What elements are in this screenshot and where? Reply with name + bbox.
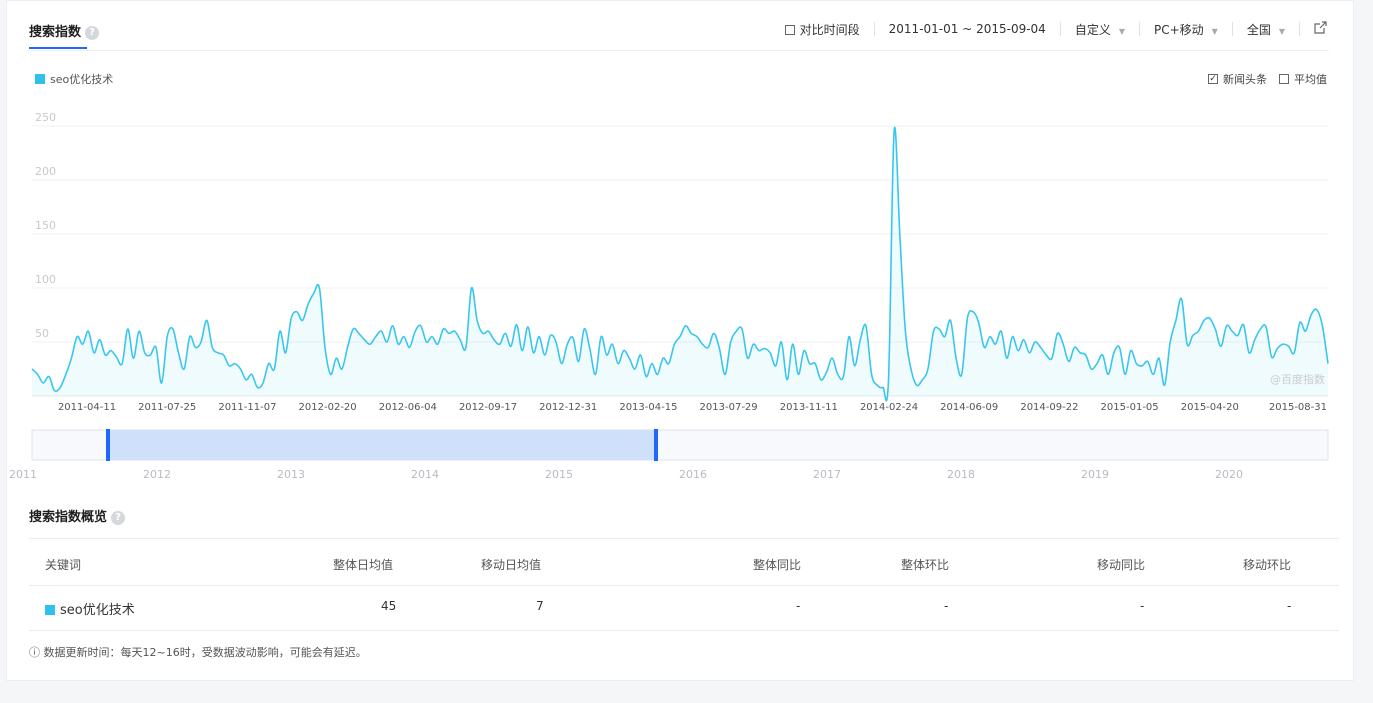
x-tick-label: 2015-04-20: [1181, 402, 1239, 413]
region-label: 全国: [1246, 22, 1271, 37]
help-icon[interactable]: ?: [111, 510, 126, 525]
x-tick-label: 2014-09-22: [1020, 402, 1078, 413]
chevron-down-icon: ▼: [1278, 26, 1285, 36]
help-icon[interactable]: ?: [85, 25, 100, 40]
y-tick-label: 200: [35, 165, 56, 178]
y-tick-label: 100: [35, 273, 56, 286]
time-navigator[interactable]: 2011 2012 2013 2014 2015 2016 2017 2018 2019 2020: [7, 426, 1353, 486]
news-label: 新闻头条: [1223, 73, 1267, 86]
custom-range-dropdown[interactable]: 自定义 ▼: [1075, 21, 1125, 38]
average-label: 平均值: [1294, 73, 1327, 86]
news-toggle[interactable]: ✓ 新闻头条: [1208, 71, 1267, 87]
navigator-right-handle[interactable]: [654, 429, 658, 461]
divider: [1059, 22, 1061, 36]
date-range-picker[interactable]: 2011-01-01 ~ 2015-09-04: [889, 22, 1046, 36]
col-mobile-daily: 移动日均值: [481, 558, 542, 572]
x-tick-label: 2012-02-20: [299, 402, 357, 413]
y-tick-label: 50: [35, 327, 49, 340]
toolbar: 对比时间段 2011-01-01 ~ 2015-09-04 自定义 ▼ PC+移动…: [784, 17, 1327, 41]
navigator-year-label: 2019: [1081, 468, 1109, 481]
navigator-year-label: 2012: [143, 468, 171, 481]
overview-title: 搜索指数概览?: [29, 506, 126, 525]
col-overall-daily: 整体日均值: [333, 558, 394, 572]
average-toggle[interactable]: 平均值: [1279, 71, 1327, 87]
region-dropdown[interactable]: 全国 ▼: [1247, 21, 1285, 38]
row-keyword[interactable]: seo优化技术: [45, 599, 135, 618]
x-tick-label: 2011-07-25: [138, 402, 196, 413]
watermark: @百度指数: [1270, 373, 1325, 386]
external-link-icon[interactable]: [1314, 21, 1327, 37]
col-overall-yoy: 整体同比: [753, 558, 802, 572]
y-tick-label: 250: [35, 111, 56, 124]
col-overall-mom: 整体环比: [901, 558, 950, 572]
divider: [29, 585, 1339, 586]
chart-options: ✓ 新闻头条 平均值: [1196, 71, 1327, 87]
chevron-down-icon: ▼: [1118, 26, 1125, 36]
x-tick-label: 2015-08-31: [1269, 402, 1327, 413]
divider: [1139, 22, 1140, 36]
col-keyword: 关键词: [45, 558, 82, 572]
compare-toggle[interactable]: 对比时间段: [784, 21, 860, 38]
x-tick-label: 2011-04-11: [58, 402, 116, 413]
cell-mobile-yoy: -: [1140, 599, 1145, 613]
navigator-year-label: 2016: [679, 468, 707, 481]
x-tick-label: 2012-09-17: [459, 402, 517, 413]
divider: [1231, 22, 1233, 36]
average-checkbox[interactable]: [1279, 74, 1289, 84]
device-dropdown[interactable]: PC+移动 ▼: [1154, 21, 1218, 38]
navigator-year-label: 2013: [277, 468, 305, 481]
navigator-year-label: 2018: [947, 468, 975, 481]
overview-title-text: 搜索指数概览: [29, 510, 108, 525]
update-note: ⓘ 数据更新时间：每天12~16时，受数据波动影响，可能会有延迟。: [29, 646, 367, 659]
chart-legend[interactable]: seo优化技术: [35, 71, 113, 87]
x-tick-label: 2014-06-09: [940, 402, 998, 413]
divider: [29, 50, 1329, 51]
tab-search-index[interactable]: 搜索指数?: [29, 21, 100, 40]
navigator-year-label: 2015: [545, 468, 573, 481]
keyword-swatch: [45, 605, 55, 615]
active-tab-indicator: [29, 47, 87, 49]
divider: [873, 22, 875, 36]
navigator-year-label: 2020: [1215, 468, 1243, 481]
compare-checkbox[interactable]: [784, 24, 795, 35]
col-mobile-mom: 移动环比: [1243, 558, 1292, 572]
cell-overall-daily: 45: [381, 599, 397, 613]
custom-range-label: 自定义: [1074, 22, 1111, 37]
chevron-down-icon: ▼: [1211, 26, 1218, 36]
keyword-label: seo优化技术: [60, 603, 135, 618]
cell-mobile-mom: -: [1287, 599, 1292, 613]
navigator-year-label: 2011: [9, 468, 37, 481]
navigator-selection[interactable]: [107, 430, 657, 460]
tab-title-text: 搜索指数: [29, 25, 82, 40]
compare-label: 对比时间段: [799, 22, 860, 37]
x-tick-label: 2013-11-11: [780, 402, 838, 413]
navigator-year-label: 2017: [813, 468, 841, 481]
x-tick-label: 2012-06-04: [379, 402, 437, 413]
cell-mobile-daily: 7: [536, 599, 544, 613]
divider: [29, 538, 1339, 539]
navigator-left-handle[interactable]: [106, 429, 110, 461]
device-label: PC+移动: [1154, 22, 1204, 37]
x-tick-label: 2013-04-15: [619, 402, 677, 413]
x-tick-label: 2012-12-31: [539, 402, 597, 413]
x-tick-label: 2015-01-05: [1101, 402, 1159, 413]
divider: [29, 630, 1339, 631]
col-mobile-yoy: 移动同比: [1097, 558, 1146, 572]
cell-overall-yoy: -: [796, 599, 801, 613]
x-tick-label: 2014-02-24: [860, 402, 918, 413]
legend-swatch: [35, 74, 45, 84]
trend-chart: 250 200 150 100 50 2011-04-11 2011-07-25 2011-…: [31, 111, 1329, 413]
search-index-panel: 搜索指数? 对比时间段 2011-01-01 ~ 2015-09-04 自定义 ▼…: [6, 0, 1354, 681]
x-tick-label: 2013-07-29: [700, 402, 758, 413]
divider: [1299, 22, 1300, 36]
news-checkbox[interactable]: ✓: [1208, 74, 1218, 84]
legend-label: seo优化技术: [50, 73, 114, 86]
y-tick-label: 150: [35, 219, 56, 232]
x-tick-label: 2011-11-07: [218, 402, 276, 413]
navigator-year-label: 2014: [411, 468, 439, 481]
cell-overall-mom: -: [944, 599, 949, 613]
